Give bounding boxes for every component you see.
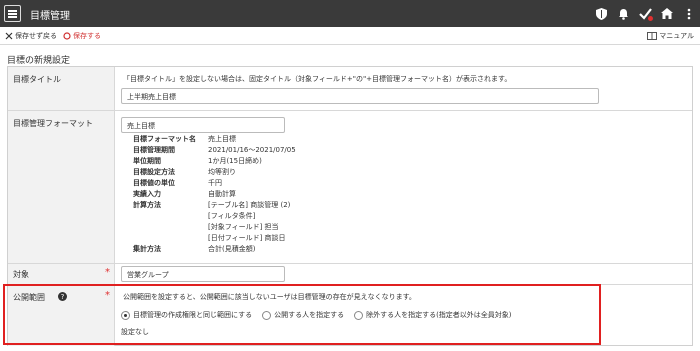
save-label: 保存する xyxy=(73,32,101,40)
more-icon[interactable] xyxy=(682,6,696,22)
format-detail-row: 目標管理期間 2021/01/16～2021/07/05 xyxy=(133,146,296,154)
bell-icon[interactable] xyxy=(616,6,630,22)
toolbar: 保存せず戻る 保存する マニュアル xyxy=(0,27,700,45)
discard-label: 保存せず戻る xyxy=(15,32,57,40)
format-detail-row: 集計方法 合計(見積金額) xyxy=(133,245,256,253)
format-detail-row: 目標値の単位 千円 xyxy=(133,179,222,187)
format-detail-row: 単位期間 1か月(15日締め) xyxy=(133,157,262,165)
manual-link[interactable]: マニュアル xyxy=(647,31,694,41)
format-detail-row: 実績入力 自動計算 xyxy=(133,190,236,198)
discard-button[interactable]: 保存せず戻る xyxy=(5,31,57,41)
manual-label: マニュアル xyxy=(659,32,694,40)
highlight-box xyxy=(3,284,601,345)
format-label: 目標管理フォーマット xyxy=(13,119,93,128)
menu-icon[interactable] xyxy=(4,5,21,22)
goal-title-hint: 「目標タイトル」を設定しない場合は、固定タイトル（対象フィールド+"の"+目標管… xyxy=(123,75,512,83)
format-detail-row: [対象フィールド] 担当 xyxy=(208,223,279,231)
check-icon[interactable] xyxy=(638,6,653,22)
app-header: 目標管理 xyxy=(0,0,700,27)
format-detail-row: 目標設定方法 均等割り xyxy=(133,168,236,176)
book-icon xyxy=(647,32,658,40)
format-row: 目標管理フォーマット 売上目標 xyxy=(8,111,692,264)
shield-icon[interactable] xyxy=(594,6,608,22)
close-icon xyxy=(5,32,13,40)
goal-title-input[interactable]: 上半期売上目標 xyxy=(121,88,599,104)
target-row: 対象 * 営業グループ xyxy=(8,264,692,285)
app-title: 目標管理 xyxy=(30,11,70,22)
target-label: 対象 xyxy=(13,270,29,279)
required-mark: * xyxy=(105,267,110,278)
target-input[interactable]: 営業グループ xyxy=(121,266,285,282)
goal-title-row: 目標タイトル 「目標タイトル」を設定しない場合は、固定タイトル（対象フィールド+… xyxy=(8,67,692,111)
format-detail-row: [フィルタ条件] xyxy=(208,212,256,220)
header-icons xyxy=(594,5,696,22)
save-button[interactable]: 保存する xyxy=(63,31,101,41)
format-detail-row: [日付フィールド] 商談日 xyxy=(208,234,286,242)
format-detail-row: 計算方法 [テーブル名] 商談管理 (2) xyxy=(133,201,291,209)
format-detail-row: 目標フォーマット名 売上目標 xyxy=(133,135,236,143)
circle-icon xyxy=(63,32,71,40)
page-title: 目標の新規設定 xyxy=(7,56,71,66)
format-input[interactable]: 売上目標 xyxy=(121,117,285,133)
goal-title-label: 目標タイトル xyxy=(13,75,61,84)
home-icon[interactable] xyxy=(660,6,674,22)
